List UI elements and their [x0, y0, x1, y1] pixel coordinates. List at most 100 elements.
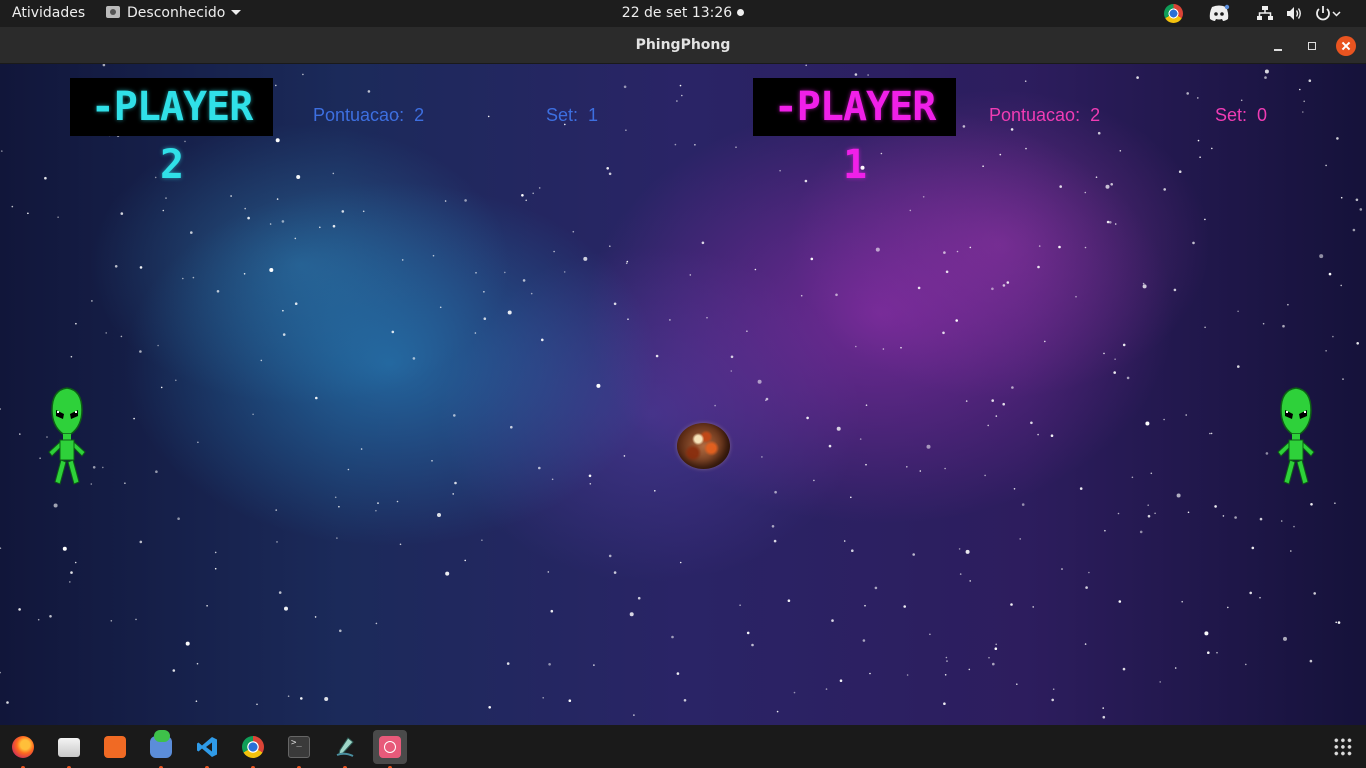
star [991, 399, 994, 402]
star [1105, 184, 1110, 189]
dock-files[interactable] [52, 730, 86, 768]
star [1259, 596, 1261, 599]
minimize-button[interactable] [1268, 36, 1288, 56]
star [1265, 452, 1269, 455]
star [336, 537, 338, 539]
star [114, 265, 118, 268]
star [139, 540, 143, 544]
star [1237, 310, 1239, 313]
player2-banner: -PLAYER 2 [70, 78, 273, 188]
star [525, 199, 527, 202]
star [1109, 221, 1112, 224]
star [969, 580, 971, 582]
starfield-background [0, 64, 1363, 719]
star [347, 468, 350, 471]
star [360, 448, 363, 450]
star [1037, 433, 1039, 436]
star [391, 330, 395, 334]
star [1302, 111, 1304, 113]
star [70, 355, 73, 358]
star [1145, 421, 1150, 426]
dock-firefox[interactable] [6, 730, 40, 768]
firefox-icon [12, 736, 34, 758]
star [275, 138, 280, 143]
star [1280, 520, 1283, 522]
network-icon[interactable] [1256, 4, 1274, 23]
maximize-button[interactable] [1301, 36, 1321, 56]
star [859, 438, 862, 440]
game-canvas[interactable]: -PLAYER 2 Pontuacao: 2 Set: 1 -PLAYER 1 … [0, 64, 1366, 725]
star [53, 503, 58, 508]
star [943, 702, 946, 705]
planet-ball-icon [677, 423, 730, 469]
star [124, 482, 126, 485]
dock-messages[interactable] [144, 730, 178, 768]
star [483, 291, 485, 293]
star [900, 346, 902, 349]
player2-set: Set: 1 [546, 105, 599, 125]
star [655, 354, 659, 358]
star [483, 317, 487, 320]
star [120, 335, 123, 338]
star [532, 192, 534, 195]
star [507, 310, 512, 315]
window-titlebar[interactable]: PhingPhong [0, 27, 1366, 64]
dock-terminal[interactable]: >_ [282, 730, 316, 768]
star [437, 513, 441, 517]
right-paddle-alien-icon [1275, 386, 1317, 488]
close-button[interactable] [1336, 36, 1356, 56]
star [216, 290, 220, 293]
star [1059, 185, 1062, 188]
star [1150, 472, 1153, 475]
star [1030, 421, 1033, 425]
star [867, 74, 869, 76]
clock[interactable]: 22 de set 13:26 [622, 5, 745, 21]
dock-inkscape[interactable] [328, 730, 362, 768]
star [296, 175, 301, 179]
star [1342, 378, 1344, 380]
dock-ubuntu-software[interactable] [98, 730, 132, 764]
star [994, 647, 998, 650]
star [1119, 150, 1122, 152]
star [1051, 698, 1054, 702]
star [1237, 365, 1240, 368]
star [522, 279, 526, 282]
star [1010, 603, 1013, 606]
star [965, 400, 968, 402]
app-menu[interactable]: Desconhecido [106, 0, 242, 27]
star [1185, 414, 1187, 416]
activities-button[interactable]: Atividades [12, 0, 85, 27]
star [1019, 538, 1021, 540]
dock-vscode[interactable] [190, 730, 224, 768]
star [835, 293, 838, 297]
star [412, 357, 416, 360]
dock-chrome[interactable] [236, 730, 270, 768]
star [1002, 402, 1005, 406]
chrome-icon[interactable] [1164, 4, 1183, 23]
power-menu[interactable] [1314, 4, 1342, 23]
grid-icon[interactable] [1333, 737, 1353, 757]
star [943, 251, 946, 254]
chat-bubble-icon [154, 730, 170, 742]
star [1106, 220, 1110, 224]
star [375, 509, 377, 512]
star [184, 140, 186, 143]
star [862, 639, 866, 642]
star [1352, 228, 1356, 232]
volume-icon[interactable] [1285, 4, 1303, 23]
app-menu-icon [106, 6, 120, 18]
star [1122, 667, 1126, 671]
star [375, 622, 378, 625]
star [869, 672, 871, 675]
discord-icon[interactable] [1208, 4, 1230, 23]
dock-phingphong[interactable] [373, 730, 407, 768]
star [787, 599, 791, 602]
star [1204, 326, 1206, 329]
star [190, 231, 193, 234]
star [679, 561, 682, 564]
star [1163, 418, 1165, 421]
star [746, 631, 750, 635]
star [854, 73, 858, 76]
star [1187, 511, 1190, 514]
star [995, 415, 998, 417]
